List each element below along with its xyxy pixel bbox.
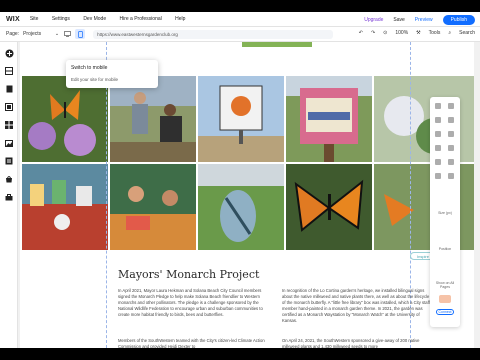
menu-hire-professional[interactable]: Hire a Professional [120, 16, 162, 22]
menu-site[interactable]: Site [30, 16, 39, 22]
left-paragraph-2[interactable]: Members of the SouthWestern teamed with … [118, 338, 268, 348]
pages-icon[interactable] [4, 84, 14, 94]
zoom-level[interactable]: 100% [395, 30, 408, 36]
panel-icon-stretch[interactable] [448, 173, 454, 179]
top-actions: Upgrade Save Preview Publish [364, 15, 475, 25]
panel-connect-button[interactable]: Connect [436, 309, 454, 315]
panel-icon-animation[interactable] [435, 117, 441, 123]
panel-icon-align-left[interactable] [435, 131, 441, 137]
element-settings-panel: Size (px) Position Show on All Pages Con… [430, 97, 460, 327]
save-button[interactable]: Save [393, 17, 404, 23]
gallery-photo-kids-crafts[interactable] [110, 164, 196, 250]
zoom-icon[interactable]: ⊙ [383, 30, 387, 36]
panel-icon-design[interactable] [448, 103, 454, 109]
media-icon[interactable] [4, 138, 14, 148]
gallery-photo-monarch-closeup[interactable] [286, 164, 372, 250]
blog-icon[interactable] [4, 156, 14, 166]
tools-icon[interactable]: ⚒ [416, 30, 420, 36]
panel-icon-arrange[interactable] [435, 173, 441, 179]
tools-button[interactable]: Tools [429, 30, 441, 36]
page-selector[interactable]: Projects ⌄ [23, 31, 59, 37]
menu-settings[interactable]: Settings [52, 16, 70, 22]
left-toolbar [0, 42, 18, 348]
section-heading[interactable]: Mayors' Monarch Project [118, 268, 259, 281]
green-strip [242, 42, 312, 47]
gallery-photo-butterfly-flowers[interactable] [22, 76, 108, 162]
menu-dev-mode[interactable]: Dev Mode [83, 16, 106, 22]
right-paragraph[interactable]: In recognition of the Lo Cortina garden'… [282, 288, 432, 324]
left-paragraph[interactable]: In April 2021, Mayor Laura Hekman and So… [118, 288, 268, 318]
editor-window: WIX Site Settings Dev Mode Hire a Profes… [0, 12, 480, 348]
switch-to-mobile-tooltip: Switch to mobile Edit your site for mobi… [66, 60, 158, 88]
page-toolbar-actions: ↶ ↷ ⊙ 100% ⚒ Tools ⌕ Search [359, 30, 475, 36]
page-label: Page: [6, 31, 20, 37]
search-icon[interactable]: ⌕ [448, 30, 451, 36]
tooltip-text: Edit your site for mobile [71, 77, 119, 82]
gallery-photo-free-library[interactable] [286, 76, 372, 162]
gallery-photo-people-garden[interactable] [110, 76, 196, 162]
right-paragraph-2[interactable]: On April 24, 2021, the SouthWestern spon… [282, 338, 432, 348]
top-menu: Site Settings Dev Mode Hire a Profession… [30, 16, 198, 22]
preview-button[interactable]: Preview [415, 17, 433, 23]
video-frame: WIX Site Settings Dev Mode Hire a Profes… [0, 0, 480, 360]
store-icon[interactable] [4, 174, 14, 184]
panel-icon-layout[interactable] [435, 103, 441, 109]
panel-size-label: Size (px) [438, 211, 452, 215]
undo-icon[interactable]: ↶ [359, 30, 363, 36]
top-bar: WIX Site Settings Dev Mode Hire a Profes… [0, 12, 480, 27]
panel-color-swatch[interactable] [439, 295, 451, 303]
business-icon[interactable] [4, 192, 14, 202]
panel-icon-match-size[interactable] [448, 159, 454, 165]
chevron-down-icon: ⌄ [54, 31, 60, 37]
mobile-view-icon[interactable] [75, 29, 86, 39]
menu-help[interactable]: Help [175, 16, 185, 22]
sections-icon[interactable] [4, 66, 14, 76]
page-toolbar: Page: Projects ⌄ https://www.eastwestern… [0, 27, 480, 42]
tooltip-title: Switch to mobile [71, 65, 108, 71]
desktop-view-icon[interactable] [62, 29, 72, 39]
publish-button[interactable]: Publish [442, 15, 475, 25]
panel-show-all-pages-label: Show on All Pages [435, 281, 455, 289]
gallery-photo-painted-bench[interactable] [198, 164, 284, 250]
add-elements-icon[interactable] [4, 48, 14, 58]
gallery-photo-paintings-table[interactable] [22, 164, 108, 250]
search-button[interactable]: Search [459, 30, 475, 36]
panel-icon-link[interactable] [448, 117, 454, 123]
redo-icon[interactable]: ↷ [371, 30, 375, 36]
photo-gallery[interactable] [22, 76, 474, 250]
site-url-field[interactable]: https://www.eastwesternsgardenclub.org [93, 29, 334, 39]
upgrade-button[interactable]: Upgrade [364, 17, 383, 23]
page-selector-value: Projects [23, 31, 42, 37]
wix-logo: WIX [6, 15, 20, 23]
site-url-text: https://www.eastwesternsgardenclub.org [97, 31, 178, 37]
gallery-photo-monarch-sign[interactable] [198, 76, 284, 162]
panel-icon-align-top[interactable] [435, 145, 441, 151]
panel-position-label: Position [438, 247, 452, 251]
design-icon[interactable] [4, 102, 14, 112]
panel-icon-align-center[interactable] [448, 131, 454, 137]
panel-icon-distribute[interactable] [435, 159, 441, 165]
app-market-icon[interactable] [4, 120, 14, 130]
panel-icon-align-bottom[interactable] [448, 145, 454, 151]
